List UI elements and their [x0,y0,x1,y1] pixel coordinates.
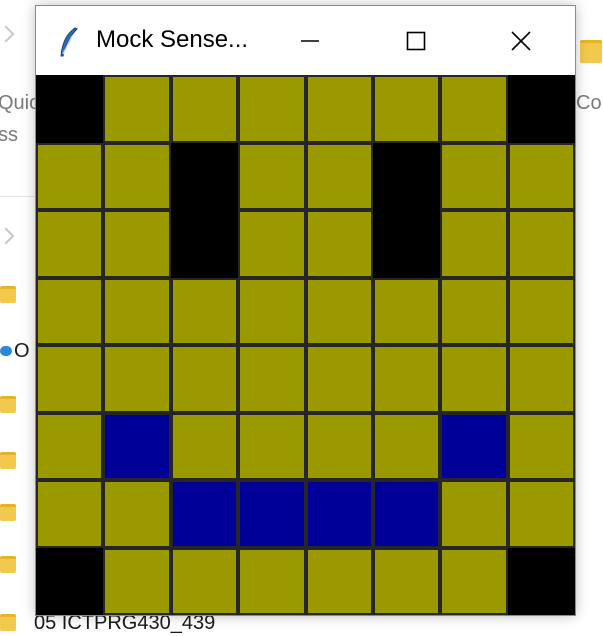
folder-icon [0,504,16,521]
led-pixel [238,345,306,413]
led-pixel [440,210,508,278]
feather-icon [60,27,78,57]
led-pixel [103,480,171,548]
led-pixel [305,345,373,413]
led-pixel [372,210,441,278]
close-icon [511,30,531,51]
led-pixel [103,75,171,143]
led-pixel [36,75,104,143]
title-bar[interactable]: Mock Sense... [36,6,575,75]
led-pixel [305,480,373,548]
led-pixel [170,142,239,210]
quick-access-fragment-2: ss [0,124,18,146]
chevron-right-icon [0,227,15,245]
chevron-right-icon [0,25,15,43]
led-pixel [507,142,575,210]
led-pixel [238,277,306,345]
led-pixel [238,480,306,548]
led-pixel [238,142,306,210]
led-pixel [36,480,104,548]
right-fragment: Cor [576,92,603,114]
led-pixel [507,210,575,278]
led-pixel [103,277,171,345]
led-pixel [36,277,104,345]
led-pixel [305,277,373,345]
folder-icon [0,556,16,573]
quick-access-fragment: Quic [0,92,40,114]
led-pixel [36,142,104,210]
maximize-button[interactable] [381,6,451,75]
close-button[interactable] [486,6,556,75]
folder-icon [0,286,16,303]
led-pixel [440,547,508,615]
led-pixel [103,142,171,210]
minimize-icon [301,39,319,42]
led-pixel [305,75,373,143]
led-pixel [372,142,441,210]
led-pixel [507,412,575,480]
divider [0,196,36,197]
led-pixel [170,480,239,548]
led-pixel [170,345,239,413]
led-pixel [507,480,575,548]
led-pixel [36,345,104,413]
led-pixel [440,480,508,548]
led-pixel [507,345,575,413]
led-pixel [305,412,373,480]
window-title: Mock Sense... [96,26,249,53]
led-pixel [305,210,373,278]
onedrive-fragment: O [14,340,30,362]
led-pixel [103,210,171,278]
background-explorer-right: Cor [576,0,603,636]
mock-sense-hat-window: Mock Sense... [35,5,576,616]
led-pixel [170,547,239,615]
folder-icon [0,452,16,469]
led-pixel [238,547,306,615]
led-pixel [238,75,306,143]
led-pixel [507,75,575,143]
led-pixel [507,547,575,615]
led-pixel [440,142,508,210]
led-pixel [372,480,441,548]
led-pixel [440,412,508,480]
led-pixel [238,210,306,278]
led-pixel [170,412,239,480]
led-pixel [103,345,171,413]
led-pixel [372,412,441,480]
led-pixel [372,277,441,345]
led-pixel [36,547,104,615]
led-pixel [170,75,239,143]
led-pixel [36,412,104,480]
led-pixel [440,345,508,413]
led-pixel [305,142,373,210]
background-explorer-pane: Quic ss O [0,0,40,636]
led-pixel [372,345,441,413]
folder-icon [580,40,602,63]
folder-icon [0,614,16,631]
led-pixel [170,210,239,278]
led-pixel [372,75,441,143]
led-pixel [305,547,373,615]
led-pixel [238,412,306,480]
minimize-button[interactable] [275,6,345,75]
led-pixel [440,75,508,143]
led-pixel [440,277,508,345]
led-pixel [170,277,239,345]
folder-icon [0,396,16,413]
led-pixel [103,547,171,615]
led-pixel [103,412,171,480]
led-pixel [507,277,575,345]
maximize-icon [406,31,426,50]
onedrive-icon [0,346,12,356]
led-pixel [36,210,104,278]
led-matrix [36,75,575,615]
led-pixel [372,547,441,615]
